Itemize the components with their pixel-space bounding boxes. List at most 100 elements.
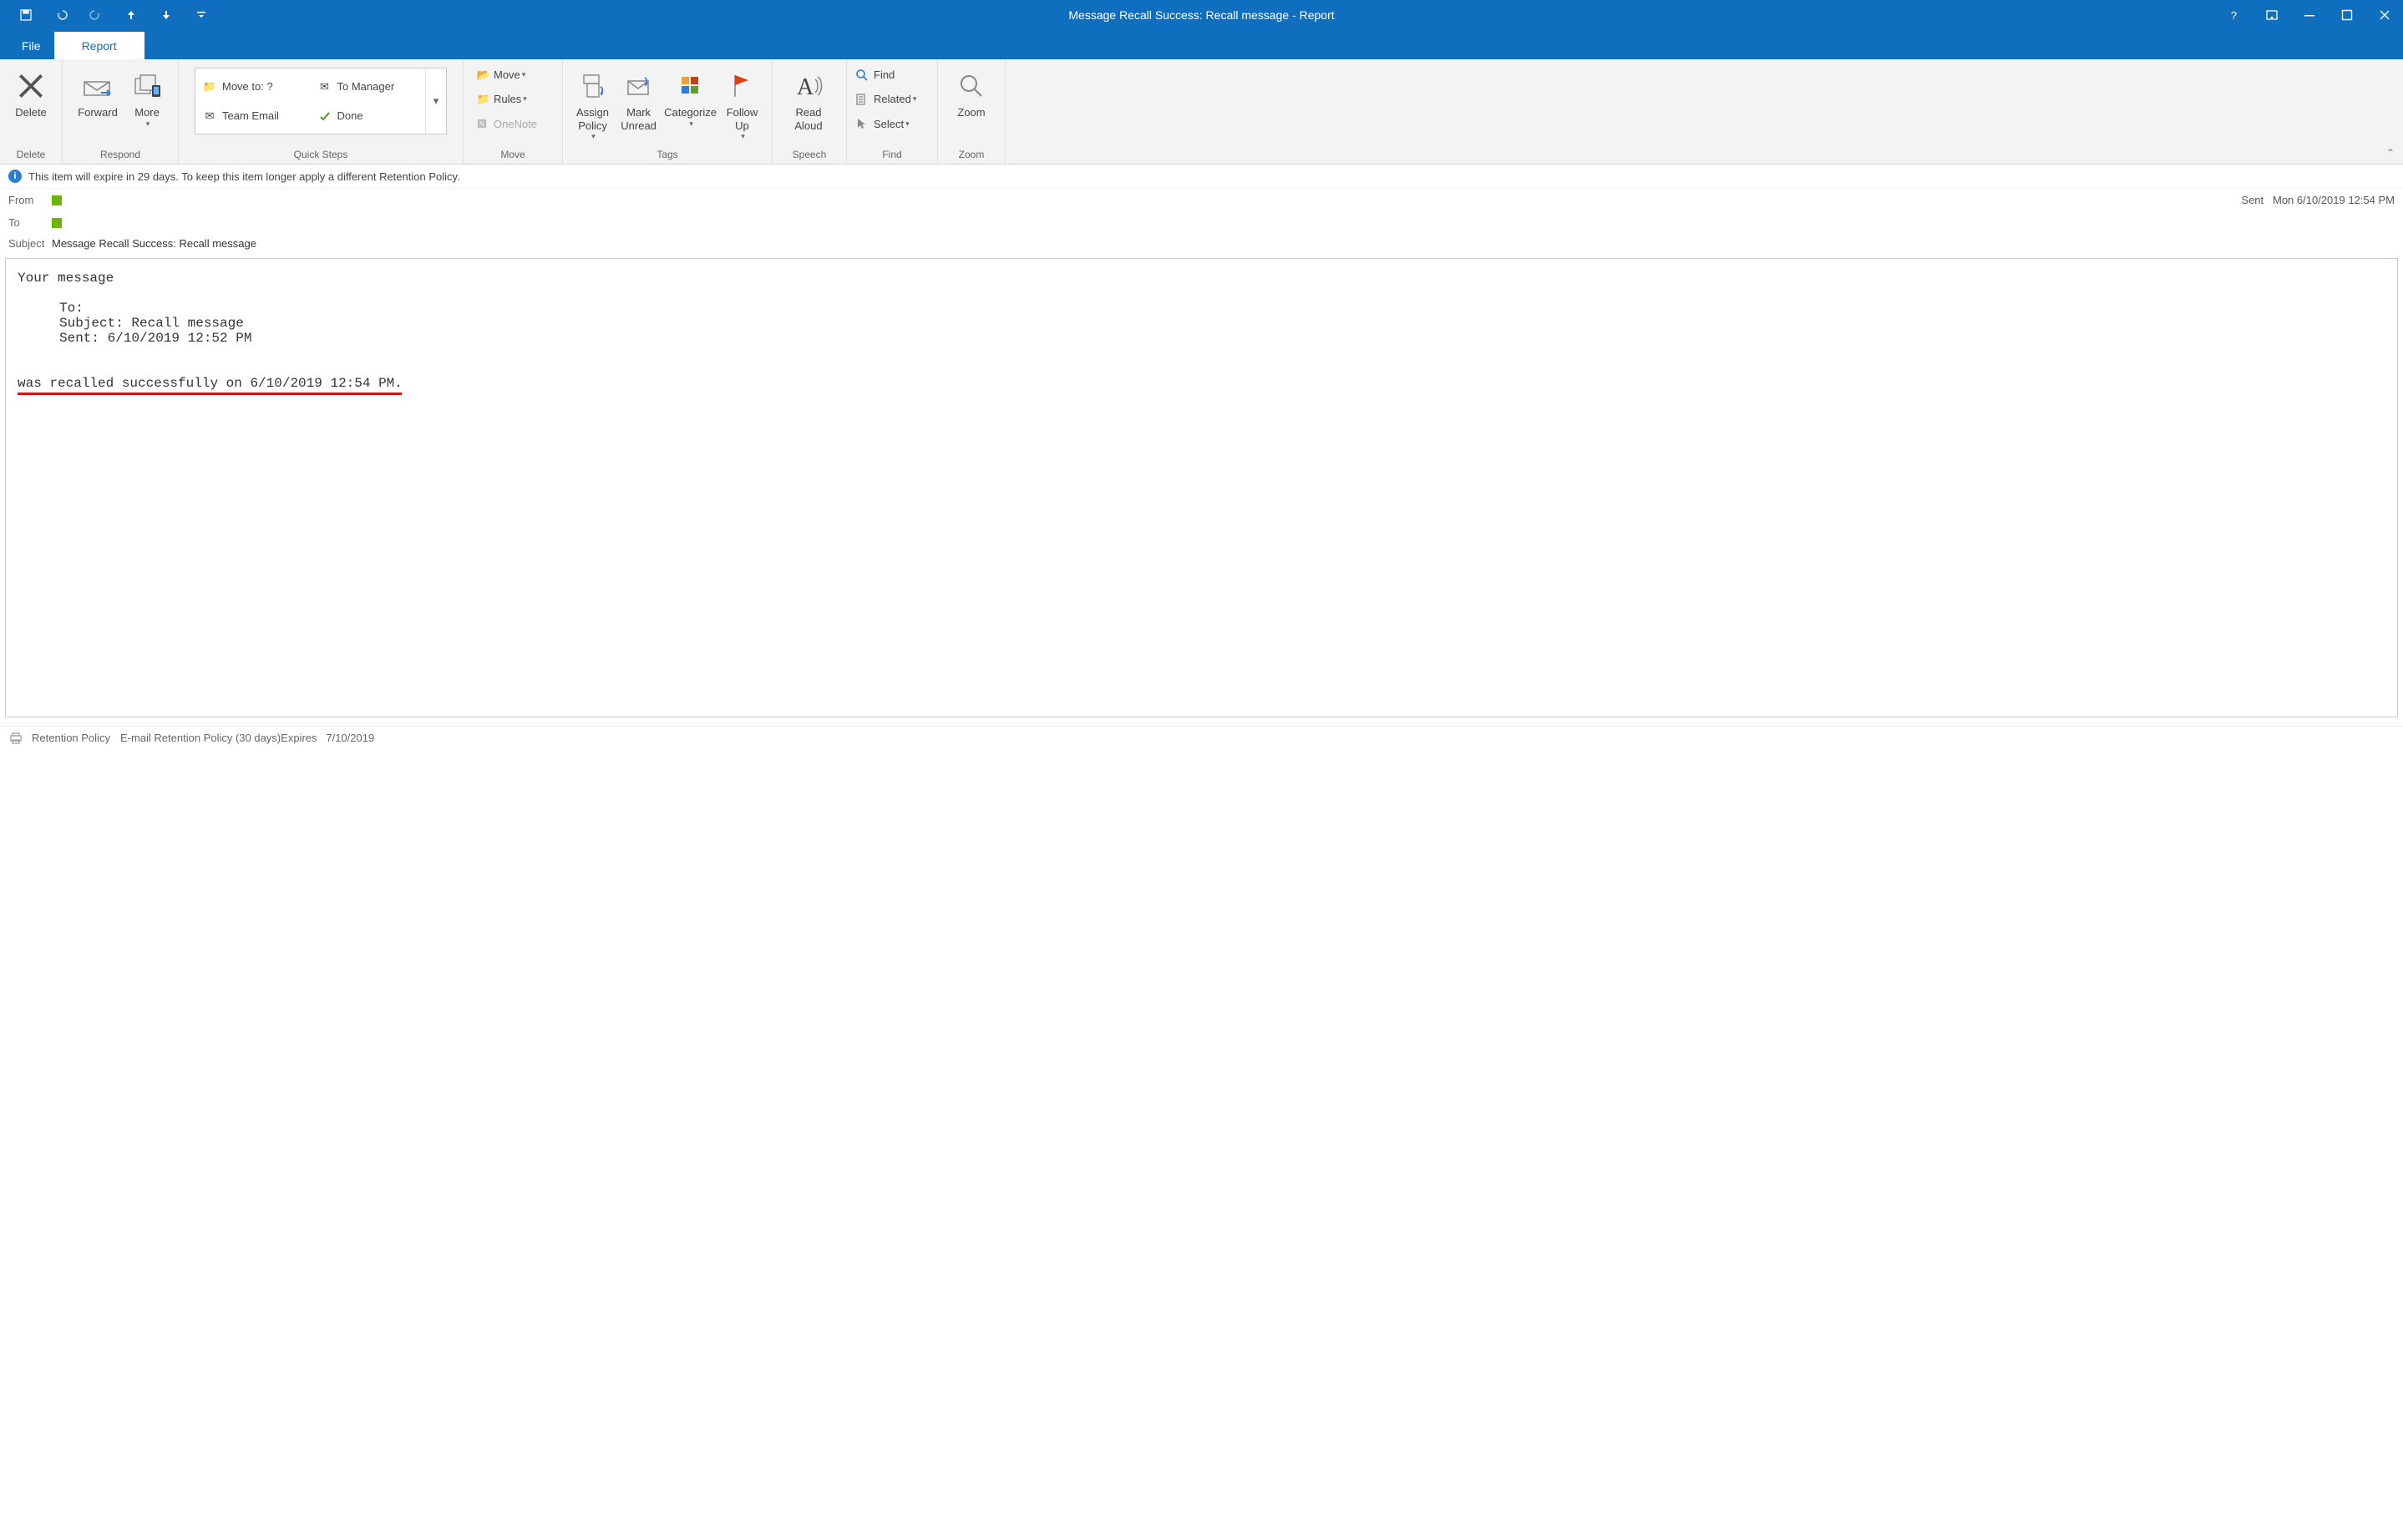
group-label-tags: Tags (563, 149, 772, 164)
select-label: Select (874, 118, 904, 130)
onenote-label: OneNote (494, 118, 537, 130)
header-subject-row: Subject Message Recall Success: Recall m… (0, 234, 2403, 253)
subject-value: Message Recall Success: Recall message (52, 237, 256, 250)
quickstep-team-email[interactable]: ✉ Team Email (202, 106, 304, 126)
ribbon-group-tags: Assign Policy▾ Mark Unread Categorize▾ F… (563, 59, 773, 164)
customize-qat-icon[interactable] (184, 0, 219, 30)
retention-info-text: This item will expire in 29 days. To kee… (28, 170, 460, 183)
team-email-icon: ✉ (202, 109, 217, 123)
quick-access-toolbar (0, 0, 219, 30)
group-label-move: Move (464, 149, 562, 164)
zoom-button[interactable]: Zoom (945, 63, 998, 119)
status-retention-label: Retention Policy (32, 732, 110, 744)
forward-button[interactable]: Forward (69, 63, 126, 119)
close-icon[interactable] (2365, 0, 2403, 30)
from-value (68, 192, 123, 208)
rules-button[interactable]: 📁Rules▾ (470, 91, 540, 108)
follow-up-button[interactable]: Follow Up▾ (719, 63, 765, 141)
header-from-row: From Sent Mon 6/10/2019 12:54 PM (0, 189, 2403, 211)
zoom-label: Zoom (957, 106, 985, 119)
quickstep-done-label: Done (337, 109, 363, 122)
status-bar: Retention Policy E-mail Retention Policy… (0, 726, 2403, 749)
zoom-icon (957, 66, 986, 106)
status-expires-label: Expires (281, 732, 317, 744)
assign-policy-button[interactable]: Assign Policy▾ (570, 63, 616, 141)
save-icon[interactable] (8, 0, 43, 30)
status-expires: Expires 7/10/2019 (281, 732, 374, 744)
rules-icon: 📁 (474, 93, 494, 106)
quicksteps-gallery[interactable]: 📁Move to: ? ✉ Team Email ✉To Manager Done… (195, 68, 447, 134)
move-button[interactable]: 📂Move▾ (470, 67, 540, 84)
svg-text:N: N (479, 120, 484, 128)
group-label-find: Find (847, 149, 937, 164)
quickstep-move-to[interactable]: 📁Move to: ? (202, 77, 304, 97)
undo-icon[interactable] (43, 0, 79, 30)
group-label-respond: Respond (63, 149, 178, 164)
quickstep-to-manager[interactable]: ✉To Manager (317, 77, 419, 97)
to-label: To (8, 216, 52, 229)
onenote-icon: N (474, 117, 494, 130)
message-body[interactable]: Your message To: Subject: Recall message… (5, 258, 2398, 717)
group-label-zoom: Zoom (938, 149, 1005, 164)
mark-unread-icon (625, 66, 653, 106)
mark-unread-button[interactable]: Mark Unread (616, 63, 662, 132)
categorize-button[interactable]: Categorize▾ (662, 63, 719, 128)
sent-block: Sent Mon 6/10/2019 12:54 PM (2241, 194, 2395, 206)
ribbon-group-quicksteps: 📁Move to: ? ✉ Team Email ✉To Manager Done… (179, 59, 464, 164)
more-button[interactable]: More▾ (126, 63, 168, 128)
onenote-button: N OneNote (470, 115, 540, 132)
maximize-icon[interactable] (2328, 0, 2365, 30)
related-button[interactable]: Related▾ (852, 91, 918, 108)
quickstep-done[interactable]: Done (317, 106, 419, 126)
redo-icon[interactable] (79, 0, 114, 30)
forward-icon (81, 66, 114, 106)
status-expires-value: 7/10/2019 (326, 732, 374, 744)
more-label: More (134, 106, 160, 119)
help-icon[interactable]: ? (2215, 0, 2253, 30)
presence-icon (52, 195, 62, 205)
body-line-to: To: (18, 301, 2385, 316)
done-icon (317, 110, 332, 122)
find-icon (854, 68, 870, 82)
tab-report[interactable]: Report (54, 32, 144, 59)
tab-file[interactable]: File (8, 33, 54, 59)
rules-label: Rules (494, 93, 521, 105)
assign-policy-label: Assign Policy (576, 106, 609, 132)
subject-label: Subject (8, 237, 52, 250)
select-icon (854, 117, 870, 130)
quickstep-team-email-label: Team Email (222, 109, 279, 122)
categorize-label: Categorize (664, 106, 717, 119)
sent-label: Sent (2241, 194, 2264, 206)
title-bar: Message Recall Success: Recall message -… (0, 0, 2403, 30)
previous-item-icon[interactable] (114, 0, 149, 30)
minimize-icon[interactable] (2290, 0, 2328, 30)
follow-up-label: Follow Up (727, 106, 758, 132)
next-item-icon[interactable] (149, 0, 184, 30)
quicksteps-expand-icon[interactable]: ▾ (425, 68, 446, 134)
info-icon: i (8, 170, 22, 183)
quickstep-to-manager-label: To Manager (337, 80, 395, 93)
find-label: Find (874, 68, 895, 81)
ribbon-group-zoom: Zoom Zoom (938, 59, 1006, 164)
assign-policy-icon (579, 66, 607, 106)
ribbon-group-delete: Delete Delete (0, 59, 63, 164)
flag-icon (730, 66, 753, 106)
collapse-ribbon-icon[interactable]: ⌃ (2386, 147, 2395, 159)
group-label-speech: Speech (773, 149, 846, 164)
delete-button[interactable]: Delete (7, 63, 55, 119)
svg-text:A: A (797, 74, 814, 100)
presence-icon (52, 218, 62, 228)
body-line-result: was recalled successfully on 6/10/2019 1… (18, 376, 2385, 391)
related-label: Related (874, 93, 911, 105)
ribbon-display-icon[interactable] (2253, 0, 2290, 30)
read-aloud-button[interactable]: A Read Aloud (779, 63, 838, 132)
find-button[interactable]: Find (852, 67, 918, 84)
to-value (68, 215, 112, 230)
read-aloud-icon: A (793, 66, 824, 106)
select-button[interactable]: Select▾ (852, 115, 918, 132)
read-aloud-label: Read Aloud (794, 106, 822, 132)
retention-info-bar: i This item will expire in 29 days. To k… (0, 165, 2403, 189)
printer-icon (8, 732, 23, 744)
delete-icon (15, 66, 47, 106)
group-label-quicksteps: Quick Steps (179, 149, 463, 164)
